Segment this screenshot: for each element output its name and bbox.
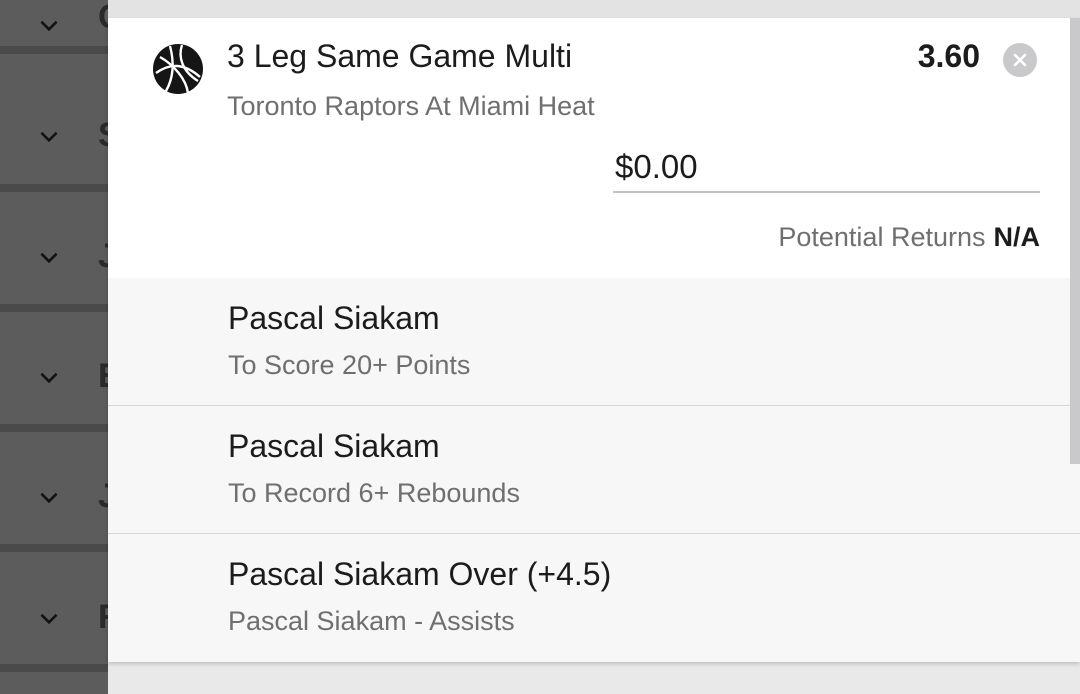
leg-market: Pascal Siakam - Assists — [228, 606, 515, 636]
chevron-down-icon[interactable] — [36, 605, 62, 631]
potential-returns-value: N/A — [993, 222, 1041, 252]
remove-bet-button[interactable] — [1003, 43, 1037, 77]
background-row[interactable]: J — [0, 192, 117, 312]
panel-top-strip — [108, 0, 1080, 18]
background-row[interactable]: J — [0, 432, 117, 552]
scrollbar[interactable] — [1070, 18, 1080, 464]
close-icon — [1013, 53, 1027, 67]
chevron-down-icon[interactable] — [36, 244, 62, 270]
leg-selection: Pascal Siakam — [228, 428, 440, 464]
betslip-panel: 3 Leg Same Game Multi Toronto Raptors At… — [108, 0, 1080, 694]
event-name: Toronto Raptors At Miami Heat — [227, 91, 595, 121]
chevron-down-icon[interactable] — [36, 12, 62, 38]
bet-header: 3 Leg Same Game Multi Toronto Raptors At… — [108, 18, 1080, 279]
bet-odds: 3.60 — [917, 38, 980, 74]
stake-input[interactable] — [613, 143, 1040, 193]
bet-title: 3 Leg Same Game Multi — [227, 38, 573, 74]
leg-market: To Record 6+ Rebounds — [228, 478, 520, 508]
background-row[interactable]: C — [0, 0, 123, 54]
background-row[interactable]: S — [0, 70, 121, 192]
chevron-down-icon[interactable] — [36, 484, 62, 510]
chevron-down-icon[interactable] — [36, 123, 62, 149]
background-row[interactable]: R — [0, 552, 123, 672]
leg-selection: Pascal Siakam Over (+4.5) — [228, 556, 612, 592]
potential-returns: Potential Returns N/A — [778, 222, 1040, 253]
bet-leg: Pascal Siakam Over (+4.5) Pascal Siakam … — [108, 534, 1080, 662]
background-row[interactable]: E — [0, 312, 121, 432]
potential-returns-label: Potential Returns — [778, 222, 986, 252]
multi-bet-card: 3 Leg Same Game Multi Toronto Raptors At… — [108, 18, 1080, 662]
leg-market: To Score 20+ Points — [228, 350, 471, 380]
chevron-down-icon[interactable] — [36, 364, 62, 390]
leg-selection: Pascal Siakam — [228, 300, 440, 336]
basketball-icon — [152, 43, 204, 95]
bet-leg: Pascal Siakam To Score 20+ Points — [108, 278, 1080, 406]
bet-leg: Pascal Siakam To Record 6+ Rebounds — [108, 406, 1080, 534]
background-list: C S J E J R — [0, 0, 123, 694]
